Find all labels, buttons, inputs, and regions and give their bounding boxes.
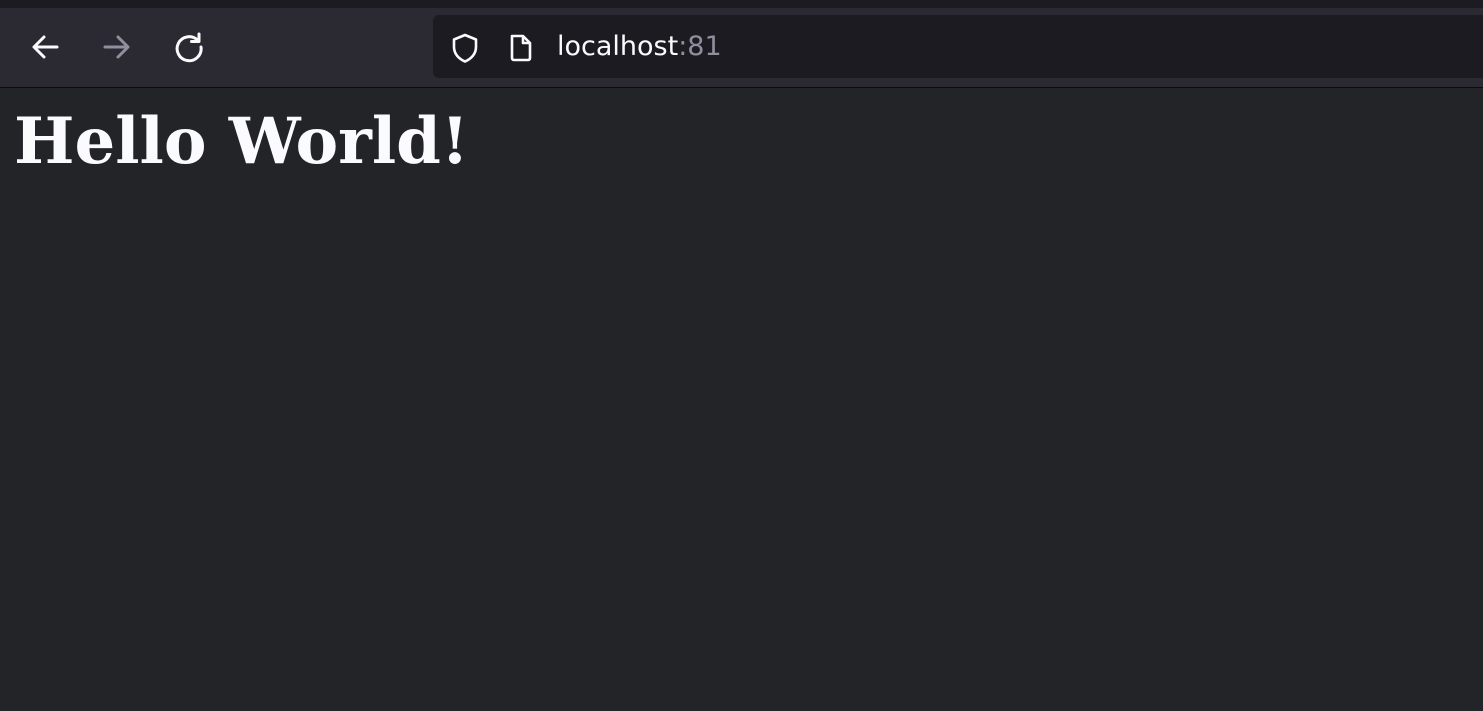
arrow-left-icon [32, 35, 59, 59]
site-security-button[interactable] [449, 32, 481, 64]
page-icon [510, 34, 532, 62]
page-content: Hello World! [0, 88, 1483, 711]
navigation-toolbar: localhost:81 [0, 8, 1483, 88]
browser-window: localhost:81 Hello World! [0, 0, 1483, 711]
arrow-right-icon [103, 35, 130, 59]
back-button[interactable] [25, 27, 65, 67]
forward-button[interactable] [97, 27, 137, 67]
shield-icon [452, 33, 478, 63]
page-heading: Hello World! [14, 104, 469, 179]
url-host: localhost [557, 31, 679, 62]
reload-icon [175, 32, 203, 63]
page-info-button[interactable] [507, 32, 535, 64]
reload-button[interactable] [169, 27, 209, 67]
tab-strip [0, 0, 1483, 8]
url-port: :81 [678, 31, 722, 62]
address-bar[interactable]: localhost:81 [433, 15, 1483, 78]
url-text[interactable]: localhost:81 [557, 15, 722, 78]
